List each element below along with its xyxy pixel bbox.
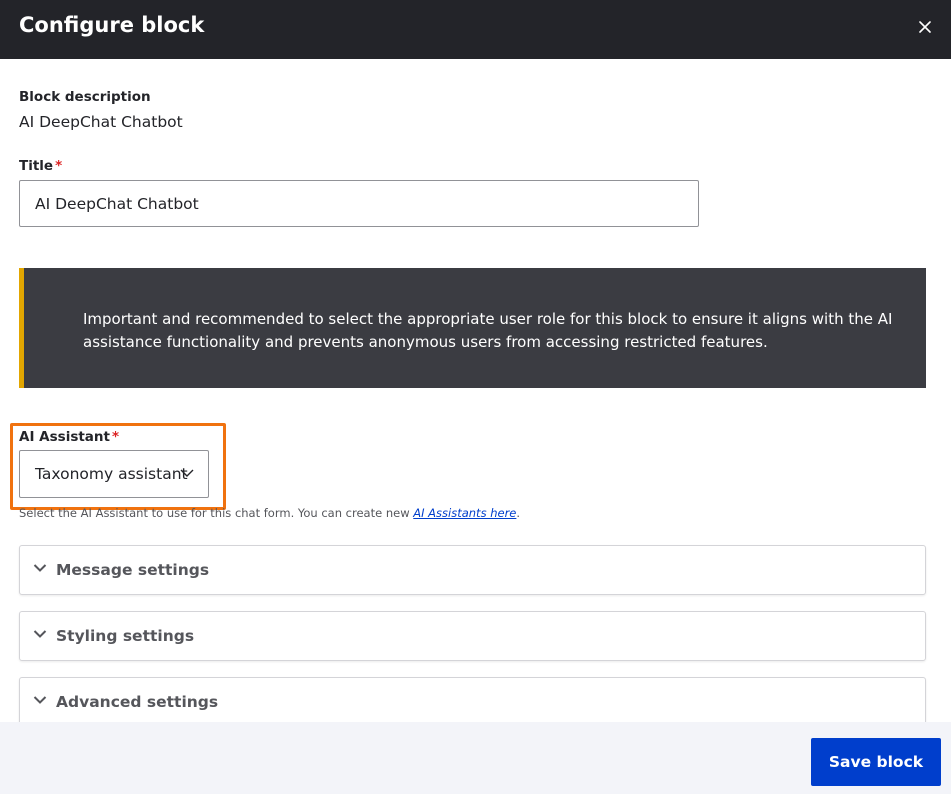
chevron-down-icon <box>33 696 47 704</box>
section-label: Advanced settings <box>56 693 219 711</box>
ai-assistant-help: Select the AI Assistant to use for this … <box>19 506 520 520</box>
dialog-footer: Save block <box>0 722 951 794</box>
title-input[interactable] <box>19 180 699 227</box>
chevron-down-icon <box>180 469 194 477</box>
dialog-body: Block description AI DeepChat Chatbot Ti… <box>0 59 951 722</box>
help-suffix: . <box>516 506 521 520</box>
ai-assistant-select[interactable]: Taxonomy assistant <box>19 450 209 498</box>
notice-text: Important and recommended to select the … <box>83 310 893 351</box>
ai-assistant-selected-value: Taxonomy assistant <box>35 465 188 483</box>
close-icon <box>919 21 931 33</box>
section-label: Message settings <box>56 561 210 579</box>
block-description-value: AI DeepChat Chatbot <box>19 113 183 131</box>
section-label: Styling settings <box>56 627 195 645</box>
message-settings-section[interactable]: Message settings <box>19 545 926 595</box>
dialog-header: Configure block <box>0 0 951 59</box>
help-text: Select the AI Assistant to use for this … <box>19 506 414 520</box>
block-description-label: Block description <box>19 89 151 105</box>
save-block-button[interactable]: Save block <box>811 738 941 786</box>
title-label: Title * <box>19 157 62 175</box>
title-label-text: Title <box>19 158 54 174</box>
chevron-down-icon <box>33 630 47 638</box>
required-marker: * <box>111 429 120 445</box>
notice-message: Important and recommended to select the … <box>19 268 926 388</box>
chevron-down-icon <box>33 564 47 572</box>
styling-settings-section[interactable]: Styling settings <box>19 611 926 661</box>
ai-assistants-link[interactable]: AI Assistants here <box>413 506 516 520</box>
advanced-settings-section[interactable]: Advanced settings <box>19 677 926 722</box>
required-marker: * <box>55 158 63 174</box>
ai-assistant-label-text: AI Assistant <box>19 429 110 445</box>
dialog-title: Configure block <box>19 13 205 37</box>
close-button[interactable] <box>912 14 938 40</box>
ai-assistant-label: AI Assistant * <box>19 428 119 446</box>
